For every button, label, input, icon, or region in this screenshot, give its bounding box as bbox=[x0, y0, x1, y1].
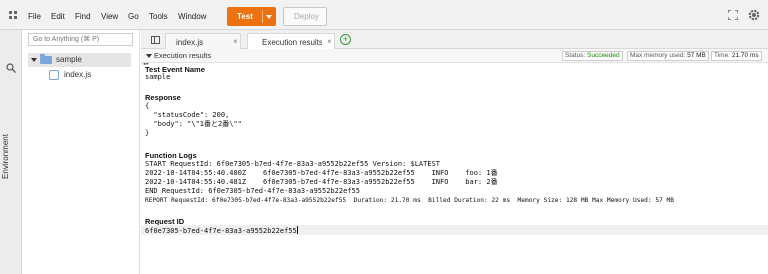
editor-tab-bar: index.js × Execution results × + bbox=[141, 30, 768, 49]
logs-title: Function Logs bbox=[145, 151, 197, 160]
log-line: 2022-10-14T04:55:40.481Z 6f0e7305-b7ed-4… bbox=[145, 178, 498, 186]
collapse-icon[interactable] bbox=[146, 54, 152, 58]
test-button-divider bbox=[262, 10, 263, 23]
memory-value: 57 MB bbox=[687, 52, 706, 59]
tab-index-js[interactable]: index.js × bbox=[165, 33, 241, 49]
grid-logo-icon[interactable] bbox=[9, 11, 17, 19]
response-line: { bbox=[145, 102, 150, 110]
tab-label: index.js bbox=[176, 38, 204, 47]
time-badge: Time: 21.70 ms bbox=[711, 51, 762, 61]
menu-bar: File Edit Find View Go Tools Window Test… bbox=[0, 0, 768, 30]
time-value: 21.70 ms bbox=[731, 52, 759, 59]
request-id-row[interactable]: 6f0e7305-b7ed-4f7e-83a3-a9552b22ef55 bbox=[141, 225, 768, 235]
file-name: index.js bbox=[64, 70, 92, 79]
log-line: END RequestId: 6f0e7305-b7ed-4f7e-83a3-a… bbox=[145, 187, 360, 195]
folder-icon bbox=[40, 54, 52, 64]
response-title: Response bbox=[145, 93, 181, 102]
test-button[interactable]: Test bbox=[227, 7, 276, 26]
results-title[interactable]: Execution results bbox=[154, 51, 211, 60]
test-event-value: sample bbox=[145, 73, 171, 81]
fullscreen-icon[interactable] bbox=[728, 10, 738, 20]
response-line: "statusCode": 200, bbox=[145, 111, 230, 119]
tree-folder-sample[interactable]: sample bbox=[28, 53, 131, 67]
menu-window[interactable]: Window bbox=[178, 12, 206, 21]
test-dropdown-icon[interactable] bbox=[266, 15, 272, 19]
deploy-button[interactable]: Deploy bbox=[283, 7, 327, 26]
status-value: Succeeded bbox=[587, 52, 620, 59]
add-tab-icon[interactable]: + bbox=[340, 34, 351, 45]
menu-find[interactable]: Find bbox=[75, 12, 91, 21]
menu-file[interactable]: File bbox=[28, 12, 41, 21]
environment-label: Environment bbox=[0, 134, 10, 179]
status-badge: Status: Succeeded bbox=[562, 51, 623, 61]
memory-badge: Max memory used: 57 MB bbox=[627, 51, 709, 61]
environment-tab[interactable]: Environment bbox=[0, 130, 19, 190]
test-button-label: Test bbox=[237, 12, 253, 21]
search-icon[interactable] bbox=[6, 63, 16, 73]
close-icon[interactable]: × bbox=[327, 37, 332, 46]
results-header: Execution results Status: Succeeded Max … bbox=[141, 49, 768, 63]
folder-expand-icon[interactable] bbox=[31, 58, 37, 62]
tab-execution-results[interactable]: Execution results × bbox=[247, 33, 335, 49]
file-icon bbox=[49, 70, 59, 80]
menu-go[interactable]: Go bbox=[128, 12, 139, 21]
gear-icon[interactable] bbox=[747, 8, 761, 22]
response-line: "body": "\"1番と2番\"" bbox=[145, 120, 242, 128]
request-id-value[interactable]: 6f0e7305-b7ed-4f7e-83a3-a9552b22ef55 bbox=[145, 226, 298, 236]
log-line: START RequestId: 6f0e7305-b7ed-4f7e-83a3… bbox=[145, 160, 441, 168]
folder-name: sample bbox=[56, 55, 82, 64]
menu-edit[interactable]: Edit bbox=[51, 12, 65, 21]
log-line: REPORT RequestId: 6f0e7305-b7ed-4f7e-83a… bbox=[145, 197, 674, 204]
menu-view[interactable]: View bbox=[101, 12, 118, 21]
deploy-button-label: Deploy bbox=[294, 12, 319, 21]
left-strip: Environment bbox=[0, 30, 22, 274]
results-content: Test Event Name sample Response { "statu… bbox=[141, 64, 768, 274]
log-line: 2022-10-14T04:55:40.480Z 6f0e7305-b7ed-4… bbox=[145, 169, 498, 177]
close-icon[interactable]: × bbox=[233, 37, 238, 46]
menu-tools[interactable]: Tools bbox=[149, 12, 168, 21]
file-tree-panel: sample index.js bbox=[22, 30, 157, 274]
goto-anything-input[interactable] bbox=[28, 33, 133, 46]
tab-label: Execution results bbox=[262, 38, 322, 47]
response-line: } bbox=[145, 129, 150, 137]
panel-toggle-icon[interactable] bbox=[151, 36, 160, 44]
